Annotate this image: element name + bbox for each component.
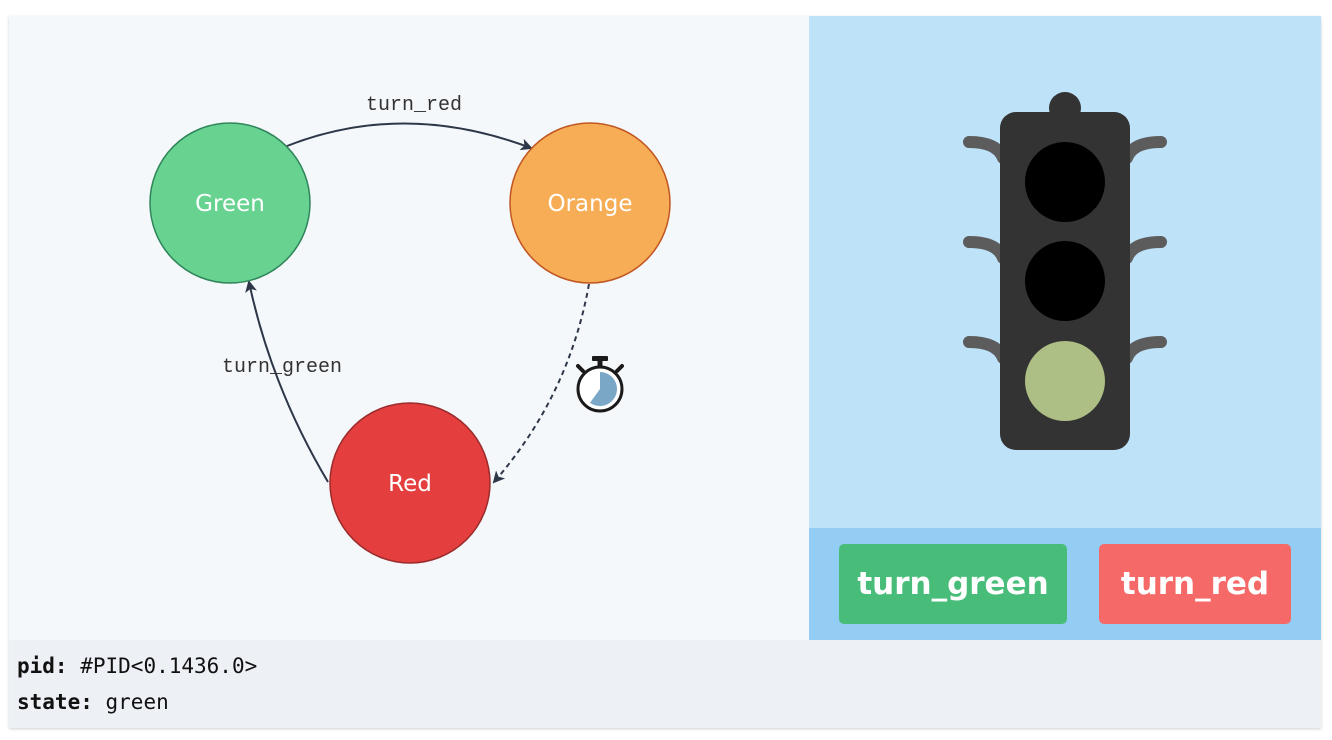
edge-red-to-green [245, 280, 329, 483]
state-diagram: turn_red turn_green Green Orange Red [9, 16, 809, 640]
traffic-light [963, 92, 1167, 450]
state-label: state: [17, 690, 93, 714]
turn-red-button[interactable]: turn_red [1099, 544, 1291, 624]
edge-label-turn-green: turn_green [222, 356, 342, 379]
lamp-red [1025, 142, 1105, 222]
state-node-green: Green [149, 122, 311, 284]
traffic-light-panel [809, 16, 1321, 528]
pid-line: pid: #PID<0.1436.0> [17, 651, 257, 681]
edge-green-to-orange [286, 122, 533, 151]
state-node-red-label: Red [388, 471, 432, 497]
turn-green-button[interactable]: turn_green [839, 544, 1067, 624]
lamp-green [1025, 341, 1105, 421]
state-node-orange-label: Orange [548, 191, 633, 217]
pid-value: #PID<0.1436.0> [80, 654, 258, 678]
state-node-orange: Orange [509, 122, 671, 284]
controls-bar: turn_green turn_red [809, 528, 1321, 640]
pid-label: pid: [17, 654, 68, 678]
state-value: green [105, 690, 169, 714]
edge-label-turn-red: turn_red [366, 94, 462, 117]
lamp-orange [1025, 241, 1105, 321]
app-frame: turn_red turn_green Green Orange Red tur… [9, 16, 1321, 728]
stopwatch-icon [576, 356, 624, 413]
state-node-green-label: Green [195, 191, 265, 217]
state-line: state: green [17, 687, 169, 717]
state-diagram-canvas: turn_red turn_green Green Orange Red [149, 94, 671, 564]
status-panel: pid: #PID<0.1436.0> state: green [9, 640, 1321, 728]
state-node-red: Red [329, 402, 491, 564]
edge-orange-to-red [492, 283, 590, 484]
